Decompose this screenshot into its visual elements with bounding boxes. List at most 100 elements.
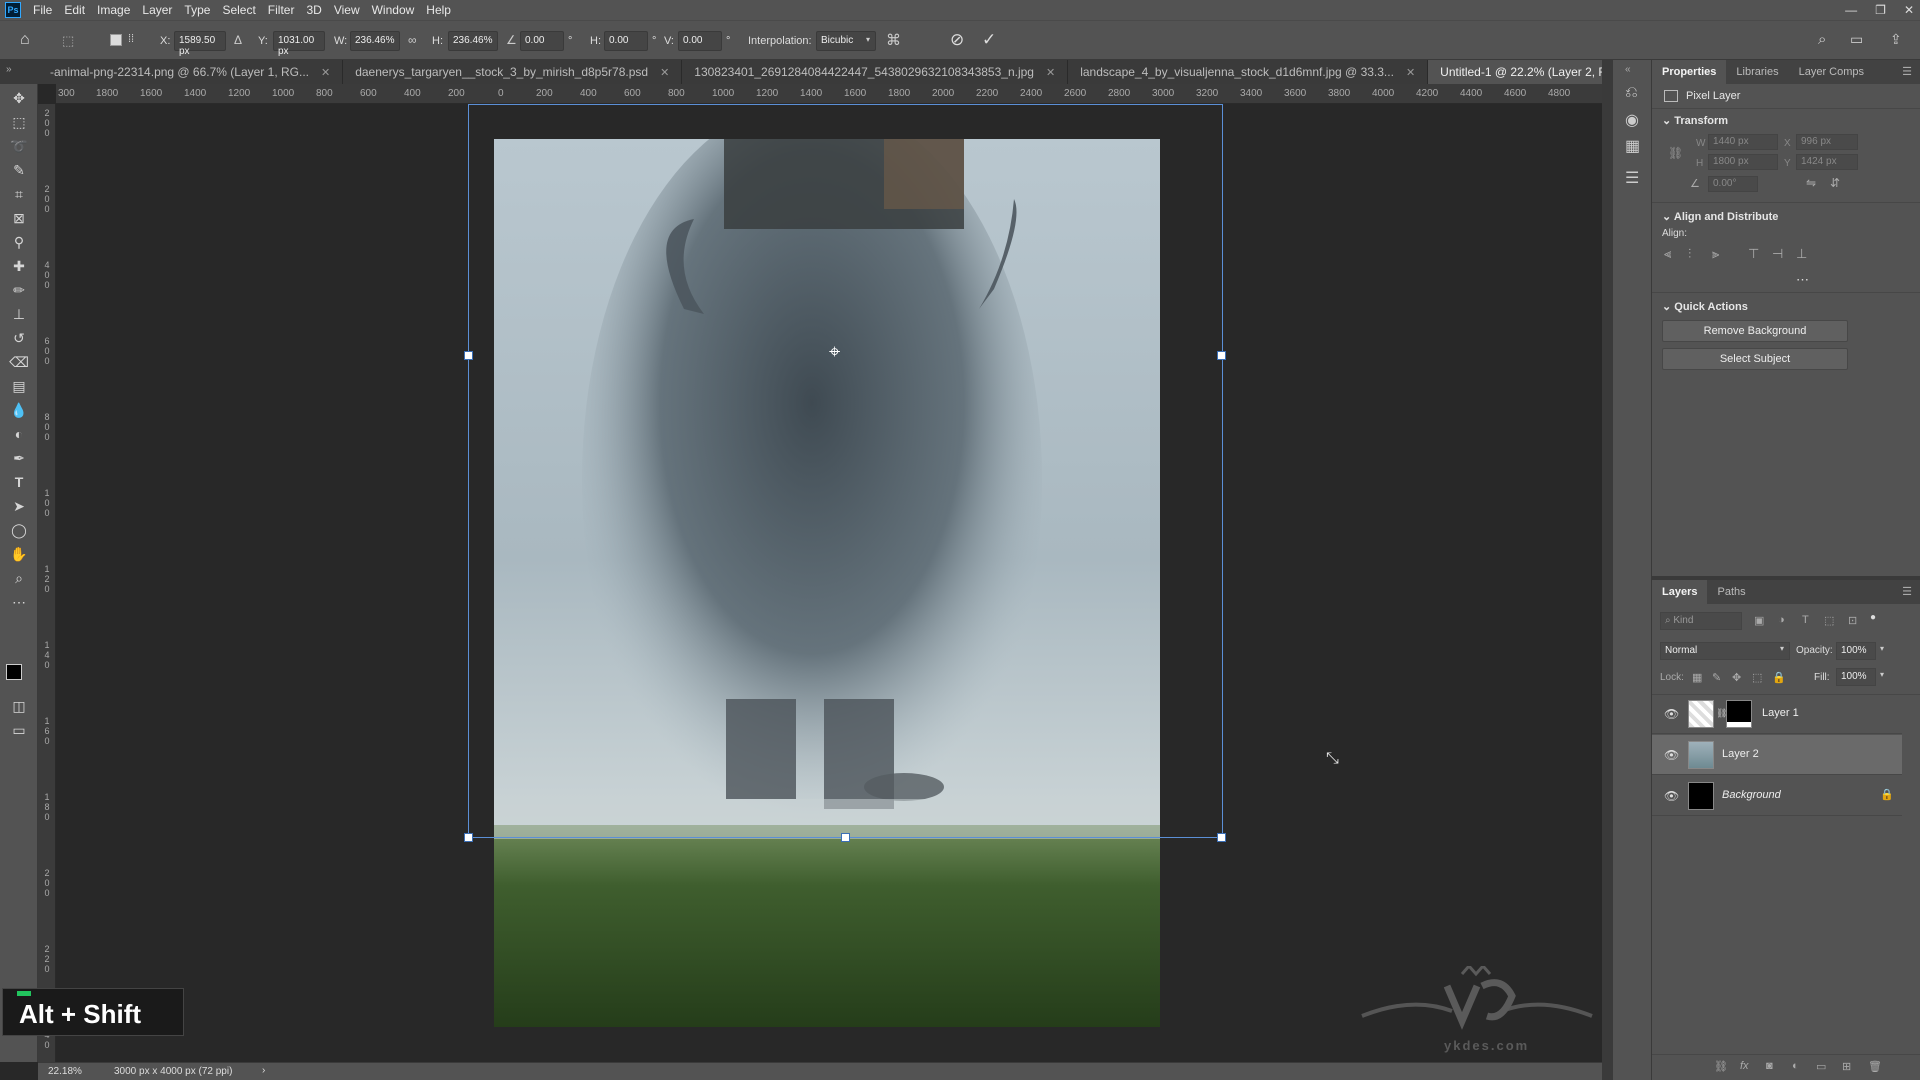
zoom-level[interactable]: 22.18% [48,1066,82,1077]
restore-icon[interactable]: ❐ [1875,3,1886,17]
w-input[interactable]: 236.46% [350,31,400,51]
move-tool-icon[interactable]: ✥ [9,88,29,108]
opacity-chevron-icon[interactable]: ▾ [1880,644,1884,653]
select-subject-button[interactable]: Select Subject [1662,348,1848,370]
transform-handle-right[interactable] [1217,351,1226,360]
y-input[interactable]: 1031.00 px [273,31,325,57]
learn-panel-icon[interactable]: ☰ [1625,168,1639,188]
close-icon[interactable]: ✕ [1406,66,1415,79]
tab-daenerys[interactable]: daenerys_targaryen__stock_3_by_mirish_d8… [343,60,683,84]
width-field[interactable]: 1440 px [1708,134,1778,150]
new-group-icon[interactable]: ▭ [1816,1060,1826,1073]
marquee-tool-icon[interactable]: ⬚ [9,112,29,132]
frame-tool-icon[interactable]: ⊠ [9,208,29,228]
link-dimensions-icon[interactable]: ⛓ [1668,146,1683,160]
history-panel-icon[interactable]: ⎌ [1625,84,1638,102]
close-icon[interactable]: ✕ [660,66,669,79]
lock-all-icon[interactable]: 🔒 [1772,671,1786,684]
zoom-tool-icon[interactable]: ⌕ [9,568,29,588]
eyedropper-tool-icon[interactable]: ⚲ [9,232,29,252]
quick-mask-icon[interactable]: ◫ [9,696,29,716]
transform-pivot-icon[interactable]: ⌖ [829,341,840,364]
new-adjustment-icon[interactable]: ◐ [1792,1060,1799,1072]
filter-smart-object-icon[interactable]: ⊡ [1848,614,1857,627]
fill-chevron-icon[interactable]: ▾ [1880,670,1884,679]
reference-point-icon[interactable]: ⁞⁞ [128,33,134,45]
more-tools-icon[interactable]: ⋯ [9,592,29,612]
double-chevron-icon[interactable]: » [6,64,12,75]
delete-layer-icon[interactable]: 🗑 [1868,1060,1882,1073]
type-tool-icon[interactable]: T [9,472,29,492]
layer-filter-kind[interactable]: ⌕ Kind [1660,612,1742,630]
hand-tool-icon[interactable]: ✋ [9,544,29,564]
tab-130823401[interactable]: 130823401_2691284084422447_5438029632108… [682,60,1069,84]
minimize-icon[interactable]: — [1845,3,1857,17]
visibility-eye-icon[interactable]: 👁 [1664,789,1679,803]
dodge-tool-icon[interactable]: ◐ [9,424,29,444]
lock-artboard-icon[interactable]: ⬚ [1752,671,1762,684]
angle-input[interactable]: 0.00 [520,31,564,51]
hskew-input[interactable]: 0.00 [604,31,648,51]
gradient-tool-icon[interactable]: ▤ [9,376,29,396]
tab-layer-comps[interactable]: Layer Comps [1789,60,1874,84]
menu-select[interactable]: Select [222,3,255,17]
x-input[interactable]: 1589.50 px [174,31,226,57]
home-icon[interactable]: ⌂ [20,31,30,49]
ellipse-tool-icon[interactable]: ◯ [9,520,29,540]
filter-toggle-icon[interactable]: ● [1870,612,1876,623]
flip-vertical-icon[interactable]: ⇵ [1830,176,1840,190]
y-position-field[interactable]: 1424 px [1796,154,1858,170]
foreground-color-swatch[interactable] [6,664,22,680]
layer-row-layer-1[interactable]: 👁 ⛓ Layer 1 [1652,694,1902,734]
filter-pixel-icon[interactable]: ▣ [1754,614,1764,627]
brush-tool-icon[interactable]: ✏ [9,280,29,300]
layer-style-icon[interactable]: fx [1740,1060,1749,1072]
angle-field[interactable]: 0.00° [1708,176,1758,192]
3d-panel-icon[interactable]: ◉ [1625,110,1639,130]
filter-shape-icon[interactable]: ⬚ [1824,614,1834,627]
menu-edit[interactable]: Edit [64,3,85,17]
remove-background-button[interactable]: Remove Background [1662,320,1848,342]
healing-brush-tool-icon[interactable]: ✚ [9,256,29,276]
transform-handle-bottom-left[interactable] [464,833,473,842]
layer-row-background[interactable]: 👁 Background 🔒 [1652,776,1902,816]
menu-filter[interactable]: Filter [268,3,295,17]
menu-help[interactable]: Help [426,3,451,17]
share-icon[interactable]: ⇪ [1890,31,1902,48]
h-input[interactable]: 236.46% [448,31,498,51]
flip-horizontal-icon[interactable]: ⇋ [1806,176,1816,190]
transform-handle-bottom-right[interactable] [1217,833,1226,842]
status-chevron-icon[interactable]: › [262,1065,265,1076]
blend-mode-select[interactable]: Normal [1660,642,1790,660]
filter-type-icon[interactable]: T [1802,614,1809,626]
path-select-tool-icon[interactable]: ➤ [9,496,29,516]
transform-handle-bottom[interactable] [841,833,850,842]
tab-properties[interactable]: Properties [1652,60,1727,84]
fill-field[interactable]: 100% [1836,668,1876,686]
tab-layers[interactable]: Layers [1652,580,1708,604]
align-left-icon[interactable]: ⫷ [1664,246,1671,262]
pen-tool-icon[interactable]: ✒ [9,448,29,468]
workspace-icon[interactable]: ▭ [1850,31,1863,48]
link-layers-icon[interactable]: ⛓ [1714,1060,1728,1073]
menu-file[interactable]: File [33,3,52,17]
close-icon[interactable]: ✕ [1046,66,1055,79]
panel-menu-icon[interactable]: ☰ [1894,580,1920,604]
align-center-icon[interactable]: ⫶ [1688,246,1691,262]
transform-bounding-box[interactable]: ⌖ [464,104,1226,842]
align-section-title[interactable]: ⌄ Align and Distribute [1662,210,1778,223]
menu-3d[interactable]: 3D [306,3,321,17]
collapse-panels-icon[interactable]: « [1625,64,1631,75]
lock-transparent-icon[interactable]: ▦ [1692,671,1702,684]
swatches-panel-icon[interactable]: ▦ [1625,136,1640,156]
close-icon[interactable]: ✕ [321,66,330,79]
toolbar-collapse[interactable]: » [0,60,38,84]
canvas-area[interactable]: ⌖ ⤡ ykdes.com [56,104,1602,1062]
screen-mode-icon[interactable]: ▭ [9,720,29,740]
new-layer-icon[interactable]: ⊞ [1842,1060,1851,1073]
layer-mask-thumbnail[interactable] [1726,700,1752,728]
cancel-transform-icon[interactable]: ⊘ [950,30,964,50]
more-options-icon[interactable]: ⋯ [1796,272,1809,288]
quick-select-tool-icon[interactable]: ✎ [9,160,29,180]
layer-row-layer-2[interactable]: 👁 Layer 2 [1652,735,1902,775]
